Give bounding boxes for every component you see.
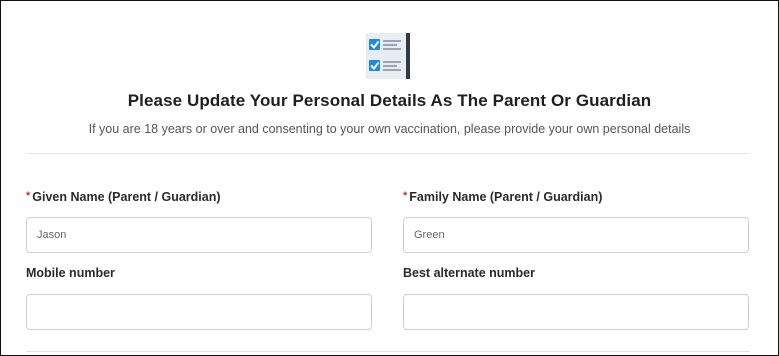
- given-name-label: * Given Name (Parent / Guardian): [26, 190, 221, 204]
- family-name-label-text: Family Name (Parent / Guardian): [409, 190, 603, 204]
- divider: [26, 351, 750, 352]
- checklist-icon: [364, 32, 412, 80]
- mobile-number-input[interactable]: [26, 294, 372, 330]
- family-name-input[interactable]: [403, 217, 749, 253]
- personal-details-card: Please Update Your Personal Details As T…: [0, 0, 779, 356]
- family-name-label: * Family Name (Parent / Guardian): [403, 190, 602, 204]
- page-subtitle: If you are 18 years or over and consenti…: [88, 122, 691, 136]
- mobile-number-label: Mobile number: [26, 266, 115, 280]
- alternate-number-label: Best alternate number: [403, 266, 535, 280]
- divider: [26, 153, 750, 154]
- required-marker: *: [403, 190, 408, 202]
- given-name-input[interactable]: [26, 217, 372, 253]
- alternate-number-input[interactable]: [403, 294, 749, 330]
- required-marker: *: [26, 190, 31, 202]
- page-title: Please Update Your Personal Details As T…: [127, 91, 652, 110]
- given-name-label-text: Given Name (Parent / Guardian): [32, 190, 221, 204]
